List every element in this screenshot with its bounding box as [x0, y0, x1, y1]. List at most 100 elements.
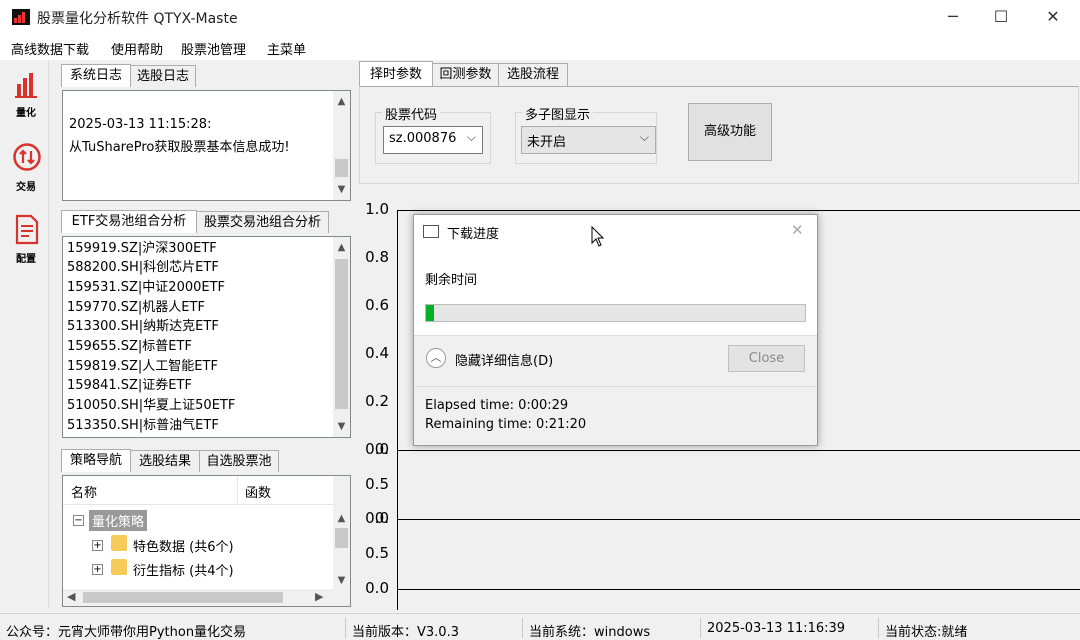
timing-params-panel: 股票代码 sz.000876 ⌵ 多子图显示 未开启 ⌵ 高级功能 — [359, 86, 1079, 184]
chevron-down-icon: ⌵ — [639, 130, 649, 144]
maximize-button[interactable]: ☐ — [978, 0, 1024, 34]
log-line: 2025-03-13 11:15:28: — [69, 117, 212, 132]
menu-pool-management[interactable]: 股票池管理 — [181, 39, 246, 58]
tree-hscrollbar[interactable]: ◀ ▶ — [63, 589, 350, 606]
mouse-cursor-icon — [591, 226, 605, 247]
app-logo-icon — [12, 9, 30, 25]
tree-vscrollbar[interactable]: ▲ ▼ — [333, 476, 350, 589]
subplot-group: 多子图显示 未开启 ⌵ — [515, 104, 657, 164]
tab-stock-pool[interactable]: 股票交易池组合分析 — [196, 211, 329, 233]
tree-node[interactable]: 衍生指标 (共4个) — [133, 560, 234, 579]
y-tick-label: 0.5 — [365, 544, 389, 562]
chart1-x-axis — [397, 450, 1080, 451]
expand-toggle-icon[interactable]: + — [92, 564, 103, 575]
document-icon — [15, 214, 39, 245]
stock-code-combobox[interactable]: sz.000876 ⌵ — [383, 126, 483, 154]
bar-chart-icon — [15, 73, 37, 98]
list-item[interactable]: 159531.SZ|中证2000ETF — [67, 278, 225, 297]
sidebar-label-quant: 量化 — [16, 108, 36, 119]
tab-etf-pool[interactable]: ETF交易池组合分析 — [61, 210, 197, 233]
tab-timing-params[interactable]: 择时参数 — [359, 61, 433, 87]
column-header-name[interactable]: 名称 — [71, 482, 97, 501]
y-tick-label: 1.0 — [365, 200, 389, 218]
tab-watchlist[interactable]: 自选股票池 — [199, 450, 279, 472]
menu-main[interactable]: 主菜单 — [267, 39, 306, 58]
remaining-time-label: 剩余时间 — [425, 273, 478, 288]
status-bar: 公众号：元宵大师带你用Python量化交易 当前版本：V3.0.3 当前系统：w… — [0, 613, 1080, 640]
list-item[interactable]: 159655.SZ|标普ETF — [67, 337, 192, 356]
subplot-label: 多子图显示 — [522, 104, 594, 123]
log-scrollbar[interactable]: ▲ ▼ — [333, 91, 350, 200]
tree-root-quant-strategy[interactable]: 量化策略 — [89, 510, 148, 531]
sidebar-item-trade[interactable]: 交易 — [6, 140, 46, 200]
list-item[interactable]: 159770.SZ|机器人ETF — [67, 298, 205, 317]
chart-top-border — [397, 210, 1080, 211]
chevron-down-icon: ⌵ — [466, 130, 476, 144]
tab-strategy-nav[interactable]: 策略导航 — [61, 449, 131, 472]
subplot-combobox[interactable]: 未开启 ⌵ — [521, 126, 656, 154]
sidebar-label-trade: 交易 — [16, 182, 36, 193]
left-sidebar: 量化 交易 配置 — [4, 60, 49, 608]
list-item[interactable]: 159919.SZ|沪深300ETF — [67, 239, 217, 258]
advanced-features-button[interactable]: 高级功能 — [688, 103, 772, 161]
dialog-window-icon — [423, 225, 439, 238]
tab-selection-log[interactable]: 选股日志 — [130, 65, 196, 87]
tree-node[interactable]: 特色数据 (共6个) — [133, 536, 234, 555]
list-item[interactable]: 510050.SH|华夏上证50ETF — [67, 396, 235, 415]
dialog-close-icon[interactable]: ✕ — [791, 221, 804, 239]
minimize-button[interactable]: ─ — [930, 0, 976, 34]
system-log-textarea[interactable]: 2025-03-13 11:15:28: 从TuSharePro获取股票基本信息… — [62, 90, 351, 201]
folder-icon — [111, 559, 127, 575]
menu-bar: 高线数据下载 使用帮助 股票池管理 主菜单 — [0, 34, 1080, 60]
menu-help[interactable]: 使用帮助 — [111, 39, 163, 58]
tab-selection-flow[interactable]: 选股流程 — [498, 63, 568, 86]
download-progress-dialog: 下载进度 ✕ 剩余时间 ︿ 隐藏详细信息(D) Close Elapsed ti… — [413, 214, 818, 446]
collapse-toggle-icon[interactable]: − — [73, 515, 84, 526]
title-bar: 股票量化分析软件 QTYX-Maste ─ ☐ ✕ — [0, 0, 1080, 34]
chart2-x-axis — [397, 519, 1080, 520]
tab-selection-result[interactable]: 选股结果 — [130, 450, 200, 472]
dialog-close-button[interactable]: Close — [728, 345, 805, 372]
y-tick-label: 0.2 — [365, 392, 389, 410]
list-item[interactable]: 588200.SH|科创芯片ETF — [67, 258, 219, 277]
menu-data-download[interactable]: 高线数据下载 — [11, 39, 89, 58]
download-progress-bar — [425, 304, 806, 322]
pool-scrollbar[interactable]: ▲ ▼ — [333, 237, 350, 437]
y-tick-label: 0.5 — [365, 474, 389, 493]
log-line: 从TuSharePro获取股票基本信息成功! — [69, 140, 290, 155]
remaining-time-text: Remaining time: 0:21:20 — [425, 417, 587, 432]
toggle-details-button[interactable]: 隐藏详细信息(D) — [455, 350, 553, 369]
folder-icon — [111, 535, 127, 551]
dialog-title: 下载进度 — [447, 227, 500, 242]
tab-backtest-params[interactable]: 回测参数 — [432, 63, 499, 86]
sidebar-item-config[interactable]: 配置 — [6, 212, 46, 272]
column-header-function[interactable]: 函数 — [245, 482, 271, 501]
y-tick-label: 0.6 — [365, 296, 389, 314]
chevron-up-icon[interactable]: ︿ — [426, 348, 446, 368]
status-version: 当前版本：V3.0.3 — [352, 625, 459, 640]
list-item[interactable]: 513300.SH|纳斯达克ETF — [67, 317, 219, 336]
close-window-button[interactable]: ✕ — [1030, 0, 1076, 34]
expand-toggle-icon[interactable]: + — [92, 540, 103, 551]
list-item[interactable]: 513350.SH|标普油气ETF — [67, 416, 219, 435]
y-tick-label: 0. — [374, 440, 389, 458]
sidebar-item-quant[interactable]: 量化 — [6, 66, 46, 126]
tree-header: 名称 函数 — [63, 476, 350, 505]
list-item[interactable]: 159841.SZ|证券ETF — [67, 376, 192, 395]
dialog-details-bar: ︿ 隐藏详细信息(D) Close — [414, 336, 817, 386]
y-tick-label: 0.0 — [365, 579, 389, 597]
tab-system-log[interactable]: 系统日志 — [61, 64, 131, 87]
window-title: 股票量化分析软件 QTYX-Maste — [37, 11, 238, 27]
chart3-x-axis — [397, 589, 1080, 590]
status-datetime: 2025-03-13 11:16:39 — [707, 621, 846, 636]
dialog-footer: Elapsed time: 0:00:29 Remaining time: 0:… — [414, 387, 817, 445]
stock-code-value: sz.000876 — [389, 131, 457, 146]
y-tick-label: 0.4 — [365, 344, 389, 362]
y-tick-label: 0.8 — [365, 248, 389, 266]
elapsed-time-text: Elapsed time: 0:00:29 — [425, 398, 569, 413]
strategy-tree[interactable]: 名称 函数 − 量化策略 + 特色数据 (共6个) + 衍生指标 (共4个) ▲… — [62, 475, 351, 607]
sidebar-label-config: 配置 — [16, 254, 36, 265]
list-item[interactable]: 159819.SZ|人工智能ETF — [67, 357, 218, 376]
etf-pool-list[interactable]: 159919.SZ|沪深300ETF 588200.SH|科创芯片ETF 159… — [62, 236, 351, 438]
status-system: 当前系统：windows — [529, 625, 651, 640]
